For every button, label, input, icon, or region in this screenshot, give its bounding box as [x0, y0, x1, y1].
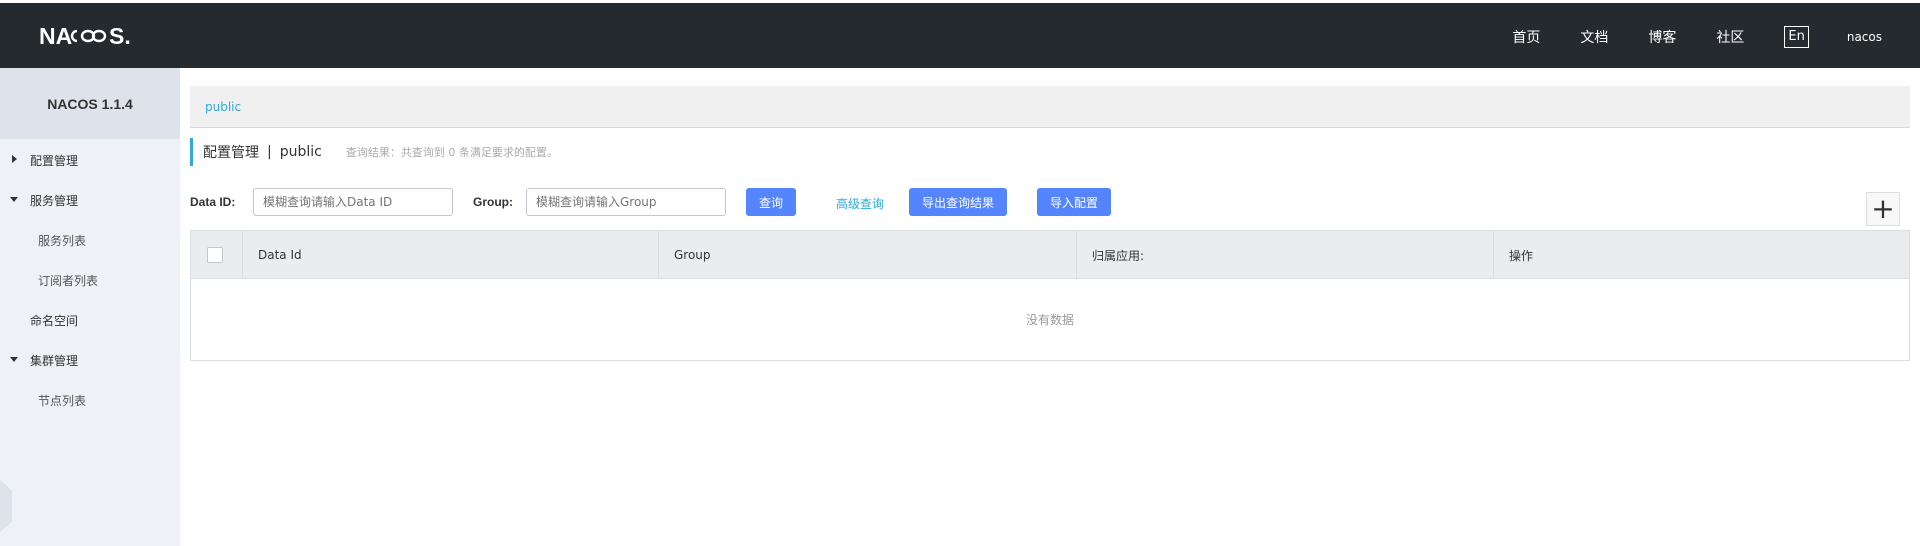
column-label: Group [674, 248, 711, 262]
column-header-group: Group [659, 231, 1077, 279]
page-title-row: 配置管理 | public 查询结果：共查询到 0 条满足要求的配置。 [190, 138, 558, 166]
select-all-checkbox[interactable] [207, 247, 223, 263]
group-input[interactable] [526, 188, 726, 216]
sidebar-item-config[interactable]: 配置管理 [30, 152, 78, 169]
breadcrumb: public [190, 86, 1910, 128]
sidebar-item-node-list[interactable]: 节点列表 [38, 392, 86, 409]
svg-text:S.: S. [109, 23, 131, 49]
empty-state: 没有数据 [1025, 313, 1074, 327]
column-header-app: 归属应用: [1077, 231, 1494, 279]
sidebar-item-service[interactable]: 服务管理 [30, 192, 78, 209]
table-header: Data Id Group 归属应用: 操作 [191, 231, 1909, 279]
plus-icon: + [1871, 192, 1895, 225]
nav-blog[interactable]: 博客 [1648, 27, 1676, 47]
advanced-query-link[interactable]: 高级查询 [836, 195, 884, 212]
user-name[interactable]: nacos [1847, 30, 1882, 44]
page-namespace: public [279, 144, 322, 160]
sidebar-collapse-handle[interactable] [0, 480, 12, 532]
add-config-button[interactable]: + [1866, 192, 1900, 226]
export-button[interactable]: 导出查询结果 [909, 188, 1007, 216]
query-button[interactable]: 查询 [746, 188, 796, 216]
column-header-actions: 操作 [1494, 231, 1909, 279]
title-separator: | [267, 144, 272, 160]
sidebar-title: NACOS 1.1.4 [0, 68, 180, 139]
logo-icon: NA S. [39, 23, 131, 49]
nav-home[interactable]: 首页 [1512, 27, 1540, 47]
data-id-input[interactable] [253, 188, 453, 216]
import-button[interactable]: 导入配置 [1037, 188, 1111, 216]
result-hint: 查询结果：共查询到 0 条满足要求的配置。 [345, 146, 558, 159]
data-id-label: Data ID: [190, 195, 236, 209]
namespace-link[interactable]: public [205, 100, 241, 114]
column-label: Data Id [258, 248, 302, 262]
caret-down-icon[interactable] [10, 197, 18, 202]
config-table: Data Id Group 归属应用: 操作 没有数据 [190, 230, 1910, 361]
caret-down-icon[interactable] [10, 357, 18, 362]
sidebar-item-cluster[interactable]: 集群管理 [30, 352, 78, 369]
sidebar: NACOS 1.1.4 配置管理 服务管理 服务列表 订阅者列表 命名空间 集群… [0, 68, 180, 546]
language-toggle[interactable]: En [1784, 26, 1809, 48]
svg-text:NA: NA [39, 23, 72, 49]
select-all-cell [191, 231, 243, 279]
caret-right-icon[interactable] [12, 155, 17, 163]
page-title: 配置管理 [203, 145, 259, 161]
nacos-logo[interactable]: NA S. [39, 23, 151, 49]
nav-community[interactable]: 社区 [1716, 27, 1744, 47]
column-label: 归属应用: [1092, 248, 1145, 263]
sidebar-item-namespace[interactable]: 命名空间 [30, 312, 78, 329]
top-navbar: NA S. 首页 文档 博客 社区 En nacos [0, 0, 1920, 68]
column-label: 操作 [1509, 248, 1534, 263]
group-label: Group: [473, 195, 513, 209]
top-nav: 首页 文档 博客 社区 En nacos [1512, 3, 1920, 71]
column-header-data-id: Data Id [243, 231, 659, 279]
sidebar-item-service-list[interactable]: 服务列表 [38, 232, 86, 249]
nav-docs[interactable]: 文档 [1580, 27, 1608, 47]
sidebar-item-subscriber-list[interactable]: 订阅者列表 [38, 272, 98, 289]
